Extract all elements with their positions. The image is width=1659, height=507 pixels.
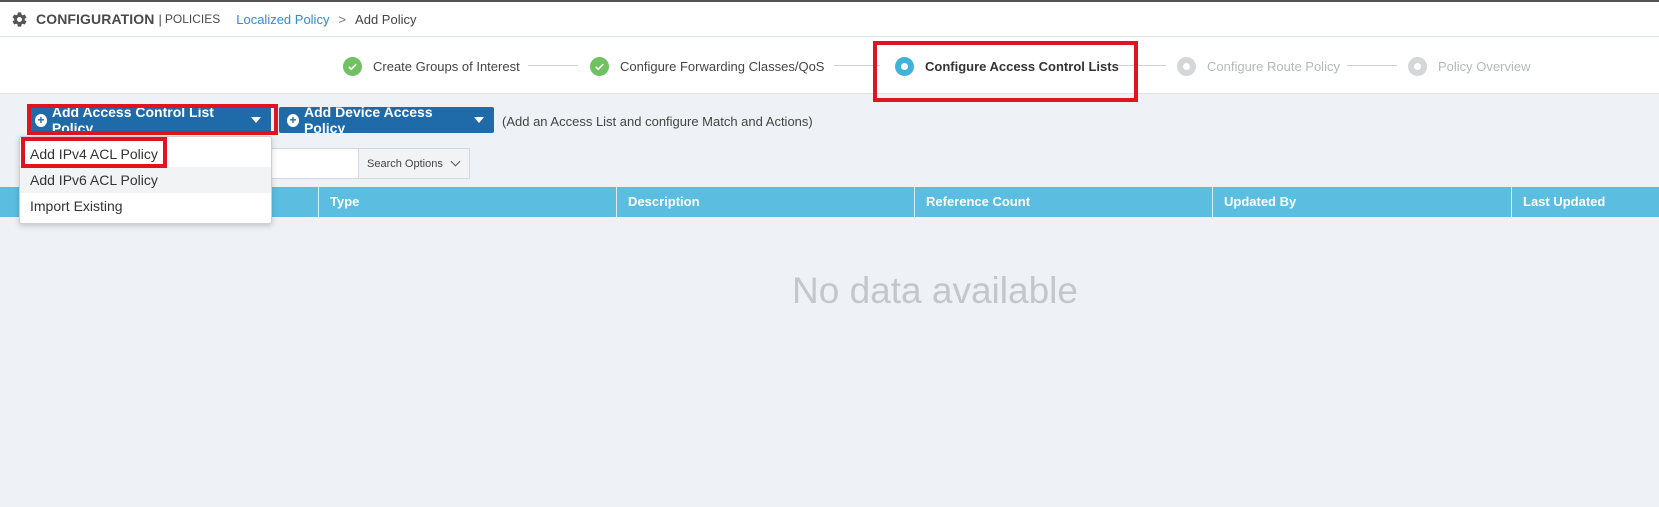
add-device-access-policy-button[interactable]: + Add Device Access Policy [279, 104, 494, 136]
breadcrumb-localized-policy-link[interactable]: Localized Policy [236, 12, 329, 27]
column-header-last-updated[interactable]: Last Updated [1511, 187, 1659, 217]
step-create-groups[interactable]: Create Groups of Interest [343, 55, 520, 77]
column-header-description[interactable]: Description [616, 187, 914, 217]
menu-item-import-existing[interactable]: Import Existing [20, 193, 271, 219]
policy-wizard-stepper: Create Groups of Interest Configure Forw… [0, 37, 1659, 94]
title-separator: | [158, 11, 162, 27]
radio-dot-icon [1408, 56, 1427, 76]
step-connector [528, 65, 578, 66]
radio-dot-icon [1177, 56, 1196, 76]
subsection-title: POLICIES [164, 12, 221, 26]
step-forwarding-classes[interactable]: Configure Forwarding Classes/QoS [590, 55, 824, 77]
section-title: CONFIGURATION [36, 11, 155, 27]
search-options-label: Search Options [367, 157, 443, 170]
breadcrumb-current: Add Policy [355, 11, 417, 27]
add-device-access-policy-label: Add Device Access Policy [303, 104, 433, 136]
column-header-reference-count[interactable]: Reference Count [914, 187, 1212, 217]
column-header-updated-by[interactable]: Updated By [1212, 187, 1511, 217]
step-label: Configure Route Policy [1207, 58, 1340, 74]
highlight-box-add-acl-button [27, 104, 278, 135]
step-label: Policy Overview [1438, 58, 1531, 74]
step-label: Create Groups of Interest [373, 58, 520, 74]
breadcrumb-arrow: > [338, 11, 347, 27]
checkmark-icon [590, 56, 609, 76]
toolbar-hint: (Add an Access List and configure Match … [502, 114, 813, 129]
step-policy-overview[interactable]: Policy Overview [1408, 55, 1530, 77]
highlight-box-active-step [873, 41, 1138, 102]
chevron-down-icon [450, 156, 461, 167]
step-label: Configure Forwarding Classes/QoS [620, 58, 825, 74]
menu-item-add-ipv6-acl[interactable]: Add IPv6 ACL Policy [20, 167, 271, 193]
checkmark-icon [343, 56, 362, 76]
empty-table-message: No data available [792, 270, 1078, 311]
plus-circle-icon: + [287, 113, 299, 127]
header-bar: CONFIGURATION | POLICIES Localized Polic… [0, 0, 1659, 37]
gear-icon [12, 11, 27, 27]
caret-down-icon [474, 117, 484, 123]
step-connector [1347, 65, 1397, 66]
step-route-policy[interactable]: Configure Route Policy [1177, 55, 1340, 77]
search-options-button[interactable]: Search Options [358, 148, 470, 179]
column-header-type[interactable]: Type [318, 187, 616, 217]
highlight-box-ipv4-item [21, 137, 167, 168]
